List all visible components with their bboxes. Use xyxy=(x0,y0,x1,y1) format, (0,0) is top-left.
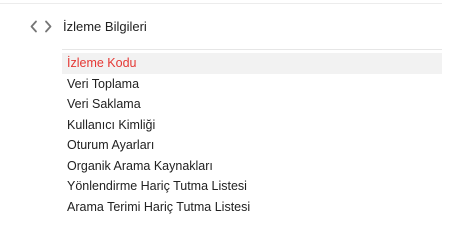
menu-item-data-retention[interactable]: Veri Saklama xyxy=(62,94,442,115)
section-header-tracking-info[interactable]: İzleme Bilgileri xyxy=(0,4,442,49)
menu-item-data-collection[interactable]: Veri Toplama xyxy=(62,74,442,95)
section-divider xyxy=(62,49,442,50)
tracking-info-menu: İzleme Kodu Veri Toplama Veri Saklama Ku… xyxy=(62,53,442,217)
menu-item-user-id[interactable]: Kullanıcı Kimliği xyxy=(62,115,442,136)
menu-item-search-term-exclusion-list[interactable]: Arama Terimi Hariç Tutma Listesi xyxy=(62,197,442,218)
menu-item-organic-search-sources[interactable]: Organik Arama Kaynakları xyxy=(62,156,442,177)
code-brackets-icon xyxy=(30,20,52,33)
menu-item-referral-exclusion-list[interactable]: Yönlendirme Hariç Tutma Listesi xyxy=(62,176,442,197)
section-title: İzleme Bilgileri xyxy=(63,19,147,34)
menu-item-tracking-code[interactable]: İzleme Kodu xyxy=(62,53,442,74)
menu-item-session-settings[interactable]: Oturum Ayarları xyxy=(62,135,442,156)
